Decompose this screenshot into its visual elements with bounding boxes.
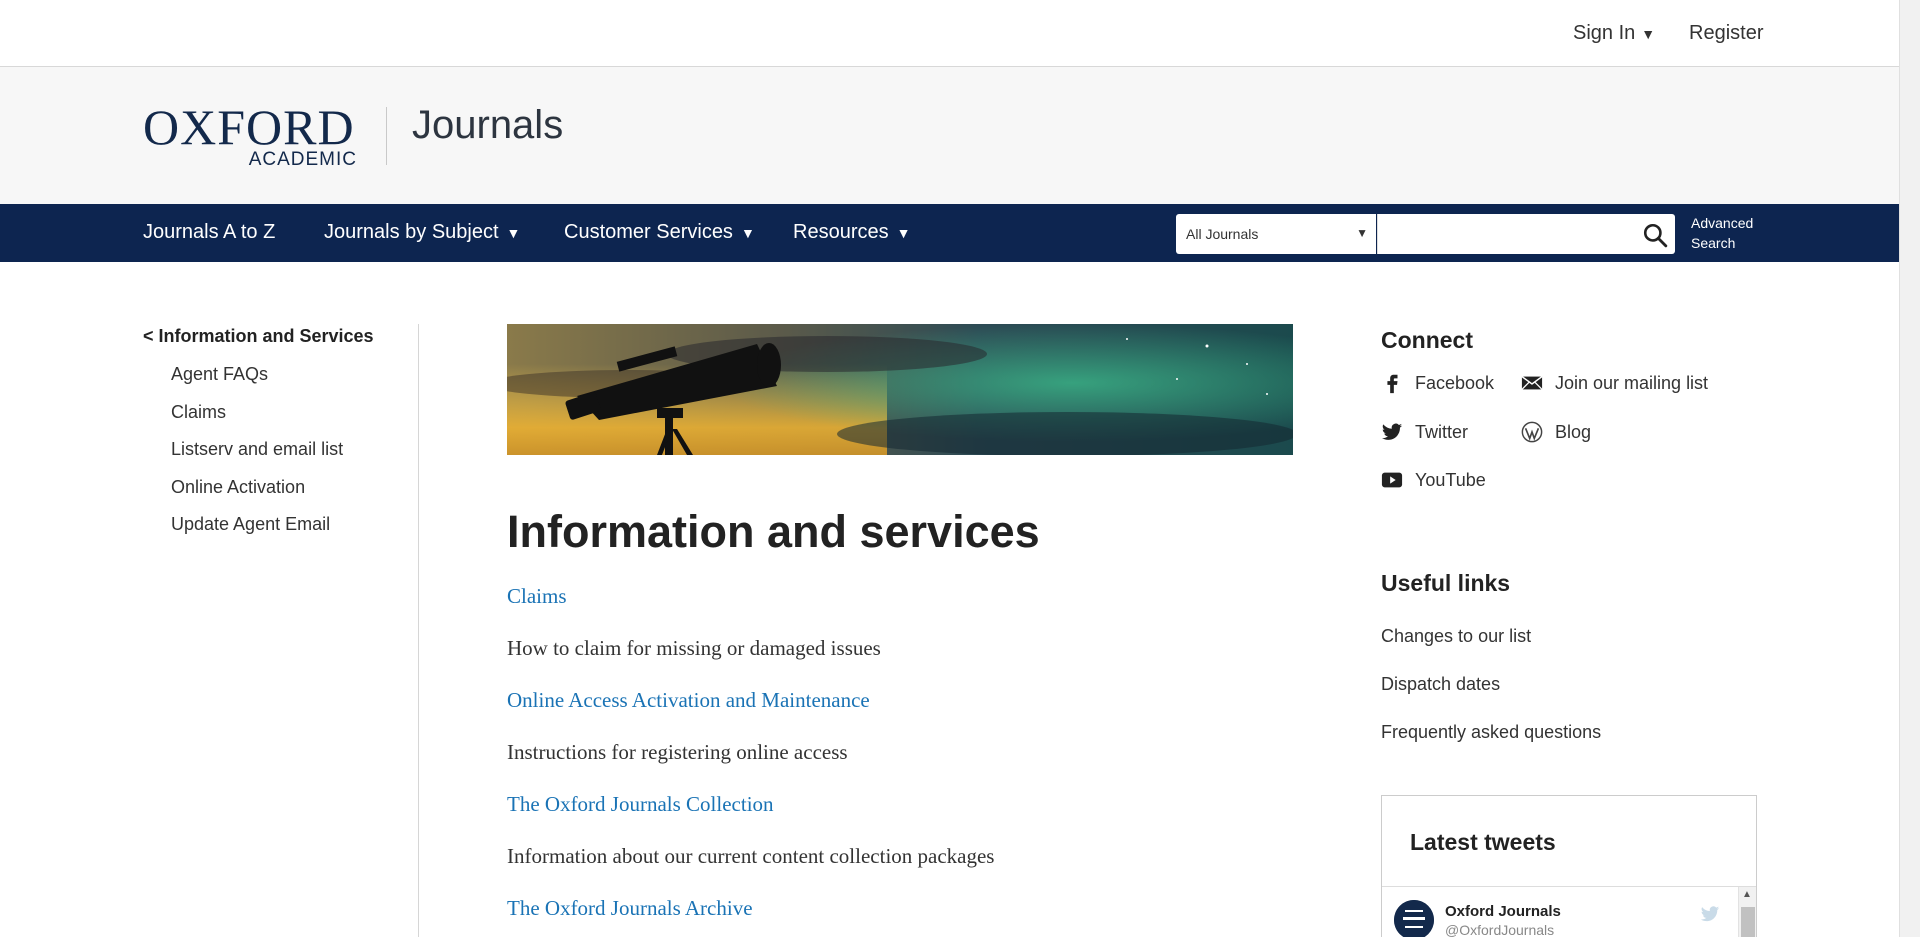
sidebar-item-agent-faqs[interactable]: Agent FAQs	[171, 364, 418, 402]
logo-subtitle: ACADEMIC	[248, 149, 357, 170]
youtube-icon	[1381, 472, 1403, 488]
mailing-list-label: Join our mailing list	[1555, 372, 1709, 393]
nav-label: Journals A to Z	[143, 221, 276, 243]
caret-down-icon: ▼	[1641, 26, 1656, 42]
connect-heading: Connect	[1381, 327, 1473, 353]
advanced-search-link[interactable]: Advanced Search	[1691, 213, 1753, 253]
twitter-link[interactable]: Twitter	[1381, 421, 1468, 443]
sidebar-list: Agent FAQs Claims Listserv and email lis…	[143, 364, 418, 552]
twitter-label: Twitter	[1415, 421, 1469, 442]
nav-label: Resources	[793, 221, 889, 243]
sidebar-item-claims[interactable]: Claims	[171, 402, 418, 440]
facebook-label: Facebook	[1415, 372, 1495, 393]
nav-journals-by-subject[interactable]: Journals by Subject ▼	[324, 221, 520, 244]
blog-link[interactable]: Blog	[1521, 421, 1591, 443]
mail-icon	[1521, 375, 1543, 390]
description-online-access: Instructions for registering online acce…	[507, 740, 848, 764]
oxford-academic-logo[interactable]: OXFORD ACADEMIC	[143, 99, 361, 170]
nav-label: Customer Services	[564, 221, 733, 243]
blog-label: Blog	[1555, 421, 1592, 442]
top-utility-bar: Sign In ▼ Register	[0, 0, 1899, 67]
advanced-search-line2: Search	[1691, 235, 1736, 251]
connect-links: Facebook Join our mailing list Twitter B…	[1381, 372, 1757, 532]
latest-tweets-widget: Latest tweets Oxford Journals @OxfordJou…	[1381, 795, 1757, 937]
search-scope-select[interactable]: All Journals ▼	[1176, 214, 1376, 254]
twitter-icon[interactable]	[1698, 904, 1722, 924]
twitter-icon	[1381, 423, 1403, 440]
useful-link-faq[interactable]: Frequently asked questions	[1381, 721, 1757, 743]
scroll-up-arrow-icon[interactable]: ▲	[1742, 889, 1752, 900]
sidebar-divider	[418, 324, 419, 937]
useful-links-section: Useful links Changes to our list Dispatc…	[1381, 570, 1757, 743]
main-navigation: Journals A to Z Journals by Subject ▼ Cus…	[0, 204, 1899, 262]
avatar[interactable]	[1394, 900, 1434, 937]
nav-customer-services[interactable]: Customer Services ▼	[564, 221, 755, 244]
wordpress-icon	[1521, 421, 1543, 443]
search-icon	[1643, 223, 1668, 248]
useful-link-changes[interactable]: Changes to our list	[1381, 625, 1757, 647]
facebook-link[interactable]: Facebook	[1381, 372, 1494, 394]
link-oxford-journals-archive[interactable]: The Oxford Journals Archive	[507, 897, 1293, 937]
logo-divider	[386, 107, 387, 165]
services-list: Claims How to claim for missing or damag…	[507, 585, 1293, 937]
sign-in-menu[interactable]: Sign In ▼	[1573, 22, 1655, 45]
facebook-icon	[1387, 374, 1398, 394]
page-scrollbar[interactable]	[1899, 0, 1920, 937]
latest-tweets-heading: Latest tweets	[1410, 829, 1556, 855]
search-scope-value: All Journals	[1186, 226, 1259, 242]
section-sidebar: < Information and Services Agent FAQs Cl…	[143, 326, 418, 552]
tweet-author-name[interactable]: Oxford Journals	[1445, 903, 1561, 920]
sign-in-label[interactable]: Sign In	[1573, 22, 1635, 44]
right-sidebar: Connect Facebook Join our mailing list T…	[1381, 327, 1757, 743]
link-oxford-journals-collection[interactable]: The Oxford Journals Collection	[507, 793, 1293, 845]
site-header: OXFORD ACADEMIC Journals	[0, 67, 1899, 204]
advanced-search-line1: Advanced	[1691, 215, 1754, 231]
logo-wordmark: OXFORD	[143, 99, 355, 155]
nav-label: Journals by Subject	[324, 221, 499, 243]
search-input[interactable]	[1377, 214, 1675, 254]
site-name[interactable]: Journals	[412, 103, 563, 148]
caret-down-icon: ▼	[1356, 226, 1368, 240]
page-title: Information and services	[507, 506, 1040, 557]
register-link[interactable]: Register	[1689, 22, 1763, 45]
oxford-journals-avatar-icon	[1394, 900, 1434, 937]
nav-resources[interactable]: Resources ▼	[793, 221, 910, 244]
sidebar-item-online-activation[interactable]: Online Activation	[171, 477, 418, 515]
link-claims[interactable]: Claims	[507, 585, 1293, 637]
sidebar-parent-link[interactable]: < Information and Services	[143, 326, 418, 347]
caret-down-icon: ▼	[896, 225, 911, 241]
caret-down-icon: ▼	[740, 225, 755, 241]
telescope-banner-image	[507, 324, 1293, 455]
caret-down-icon: ▼	[506, 225, 521, 241]
youtube-label: YouTube	[1415, 469, 1486, 490]
description-collection: Information about our current content co…	[507, 844, 995, 868]
description-claims: How to claim for missing or damaged issu…	[507, 636, 881, 660]
search-button[interactable]	[1642, 222, 1668, 248]
nav-journals-a-to-z[interactable]: Journals A to Z	[143, 221, 275, 244]
tweet-author-handle[interactable]: @OxfordJournals	[1445, 922, 1554, 937]
link-online-access-activation[interactable]: Online Access Activation and Maintenance	[507, 689, 1293, 741]
tweets-divider	[1382, 886, 1756, 887]
sidebar-item-listserv[interactable]: Listserv and email list	[171, 439, 418, 477]
scrollbar-thumb[interactable]	[1741, 907, 1755, 937]
useful-link-dispatch-dates[interactable]: Dispatch dates	[1381, 673, 1757, 695]
sidebar-item-update-agent-email[interactable]: Update Agent Email	[171, 514, 418, 552]
telescope-banner-illustration	[507, 324, 1293, 455]
youtube-link[interactable]: YouTube	[1381, 469, 1486, 491]
useful-links-heading: Useful links	[1381, 570, 1511, 596]
tweets-scrollbar[interactable]: ▲	[1738, 887, 1756, 937]
mailing-list-link[interactable]: Join our mailing list	[1521, 372, 1708, 394]
